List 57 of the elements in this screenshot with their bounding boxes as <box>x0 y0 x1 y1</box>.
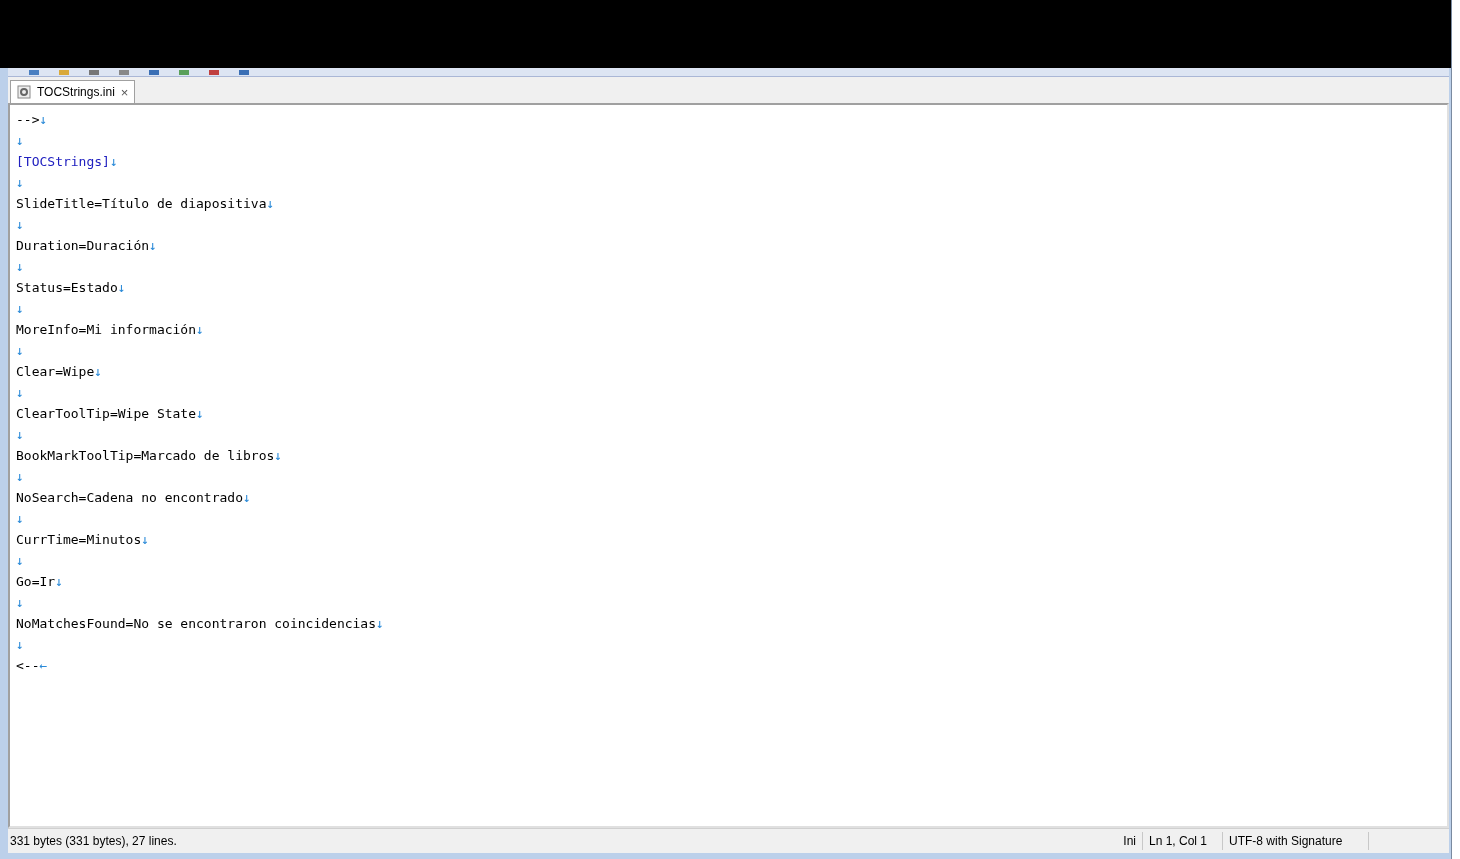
code-line: NoSearch=Cadena no encontrado <box>16 488 243 507</box>
file-tab[interactable]: TOCStrings.ini × <box>10 80 136 103</box>
line-end-mark: ↓ <box>16 215 24 234</box>
toolbar-icon[interactable] <box>178 70 190 76</box>
line-end-mark: ↓ <box>55 572 63 591</box>
line-end-mark: ↓ <box>16 467 24 486</box>
line-end-mark: ↓ <box>39 110 48 129</box>
encoding-label: UTF-8 with Signature <box>1223 832 1369 850</box>
line-end-mark: ↓ <box>274 446 283 465</box>
code-line: ClearToolTip=Wipe State <box>16 404 196 423</box>
code-line: MoreInfo=Mi información <box>16 320 196 339</box>
line-end-mark: ↓ <box>16 341 24 360</box>
toolbar-icon[interactable] <box>28 70 40 76</box>
toolbar-icon[interactable] <box>118 70 130 76</box>
tab-title: TOCStrings.ini <box>37 84 115 101</box>
code-line: BookMarkToolTip=Marcado de libros <box>16 446 275 465</box>
status-text: 331 bytes (331 bytes), 27 lines. <box>9 833 178 850</box>
line-end-mark: ↓ <box>16 551 24 570</box>
line-end-mark: ↓ <box>376 614 384 633</box>
line-end-mark: ↓ <box>16 173 24 192</box>
line-end-mark: ↓ <box>266 194 275 213</box>
settings-file-icon <box>17 85 31 99</box>
code-line: Duration=Duración <box>16 236 150 255</box>
code-line: SlideTitle=Título de diapositiva <box>16 194 267 213</box>
code-line: NoMatchesFound=No se encontraron coincidencias <box>16 614 377 633</box>
line-end-mark: ↓ <box>141 530 150 549</box>
line-end-mark: ↓ <box>117 278 126 297</box>
code-line: Status=Estado <box>16 278 118 297</box>
toolbar-icon[interactable] <box>208 70 220 76</box>
code-line: Go=Ir <box>16 572 56 591</box>
line-end-mark: ↓ <box>149 236 157 255</box>
toolbar-icon[interactable] <box>148 70 160 76</box>
line-end-mark: ← <box>39 656 48 675</box>
close-icon[interactable]: × <box>120 85 129 99</box>
section-header: [TOCStrings] <box>16 152 110 171</box>
code-line: Clear=Wipe <box>16 362 95 381</box>
toolbar-icon[interactable] <box>58 70 70 76</box>
code-line: --> <box>16 110 40 129</box>
line-end-mark: ↓ <box>243 488 251 507</box>
code-line: CurrTime=Minutos <box>16 530 142 549</box>
toolbar-icon[interactable] <box>88 70 100 76</box>
line-end-mark: ↓ <box>16 257 24 276</box>
cursor-position: Ln 1, Col 1 <box>1143 832 1223 850</box>
code-line: <-- <box>16 656 40 675</box>
line-end-mark: ↓ <box>16 383 24 402</box>
line-end-mark: ↓ <box>16 299 24 318</box>
line-end-mark: ↓ <box>109 152 118 171</box>
line-end-mark: ↓ <box>94 362 103 381</box>
line-end-mark: ↓ <box>16 635 24 654</box>
line-end-mark: ↓ <box>196 320 204 339</box>
toolbar-icon[interactable] <box>238 70 250 76</box>
line-end-mark: ↓ <box>16 425 24 444</box>
line-end-mark: ↓ <box>16 509 24 528</box>
line-end-mark: ↓ <box>16 593 24 612</box>
syntax-label: Ini <box>1117 832 1143 850</box>
line-end-mark: ↓ <box>196 404 204 423</box>
line-end-mark: ↓ <box>16 131 24 150</box>
